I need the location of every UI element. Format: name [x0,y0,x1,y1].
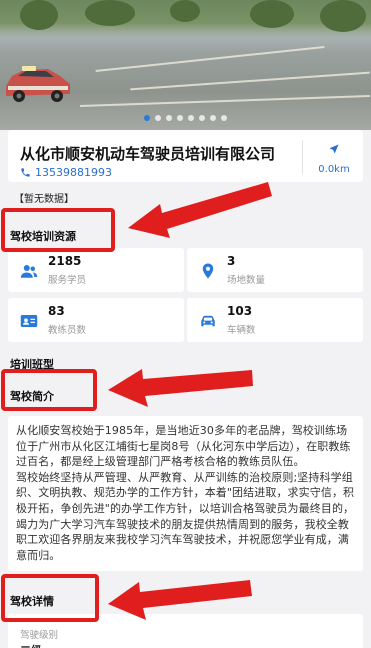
annotation-arrow [108,580,252,620]
annotation-arrow [108,369,253,407]
school-detail-page: 从化市顺安机动车驾驶员培训有限公司 13539881993 0.0km 【暂无数… [0,0,371,648]
annotation-arrows [108,182,272,620]
annotation-arrow [128,182,272,238]
